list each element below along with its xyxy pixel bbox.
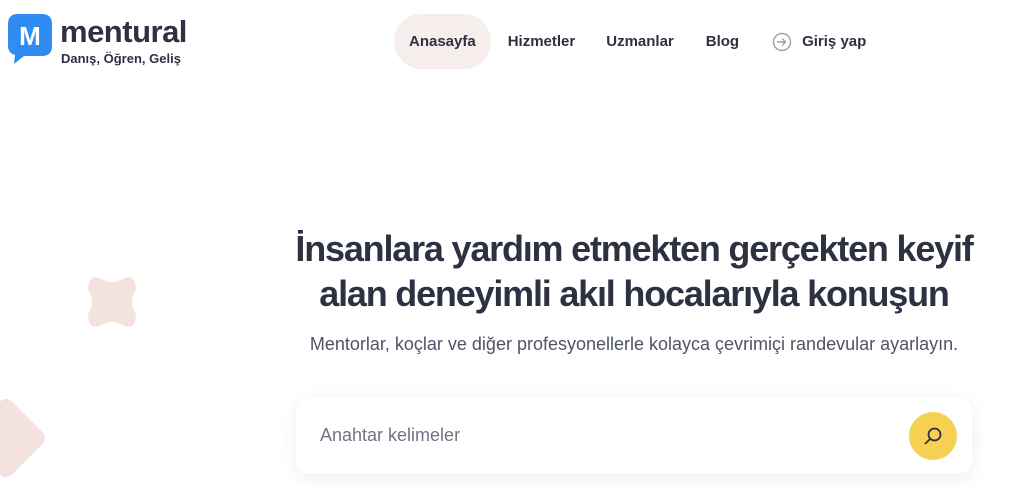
hero-subtitle: Mentorlar, koçlar ve diğer profesyonelle… — [309, 334, 959, 354]
page: M mentural Danış, Öğren, Geliş Anasayfa … — [0, 0, 1024, 486]
login-link[interactable]: Giriş yap — [772, 14, 866, 69]
decorative-blob-shape — [88, 277, 136, 327]
main-nav: Anasayfa Hizmetler Uzmanlar Blog Giriş y… — [394, 14, 866, 69]
nav-item-anasayfa[interactable]: Anasayfa — [394, 14, 491, 69]
nav-item-hizmetler[interactable]: Hizmetler — [508, 14, 576, 69]
search-input[interactable] — [320, 416, 880, 454]
search-box — [296, 397, 972, 474]
hero-title: İnsanlara yardım etmekten gerçekten keyi… — [290, 226, 978, 316]
nav-item-uzmanlar[interactable]: Uzmanlar — [606, 14, 674, 69]
login-arrow-icon — [772, 32, 792, 51]
hero-title-line-2: alan deneyimli akıl hocalarıyla konuşun — [319, 273, 950, 314]
logo-mark-letter: M — [19, 21, 41, 51]
brand-name: mentural — [60, 14, 187, 49]
hero-title-line-1: İnsanlara yardım etmekten gerçekten keyi… — [295, 228, 973, 269]
logo-text: mentural Danış, Öğren, Geliş — [60, 16, 187, 67]
login-label: Giriş yap — [802, 33, 867, 50]
brand-tagline: Danış, Öğren, Geliş — [61, 51, 181, 66]
decorative-diamond-shape — [0, 395, 49, 481]
nav-item-blog[interactable]: Blog — [706, 14, 739, 69]
search-icon — [924, 427, 942, 445]
search-button[interactable] — [909, 412, 957, 460]
logo-link[interactable]: M mentural Danış, Öğren, Geliş — [8, 14, 187, 67]
logo-mark-icon: M — [8, 14, 52, 64]
